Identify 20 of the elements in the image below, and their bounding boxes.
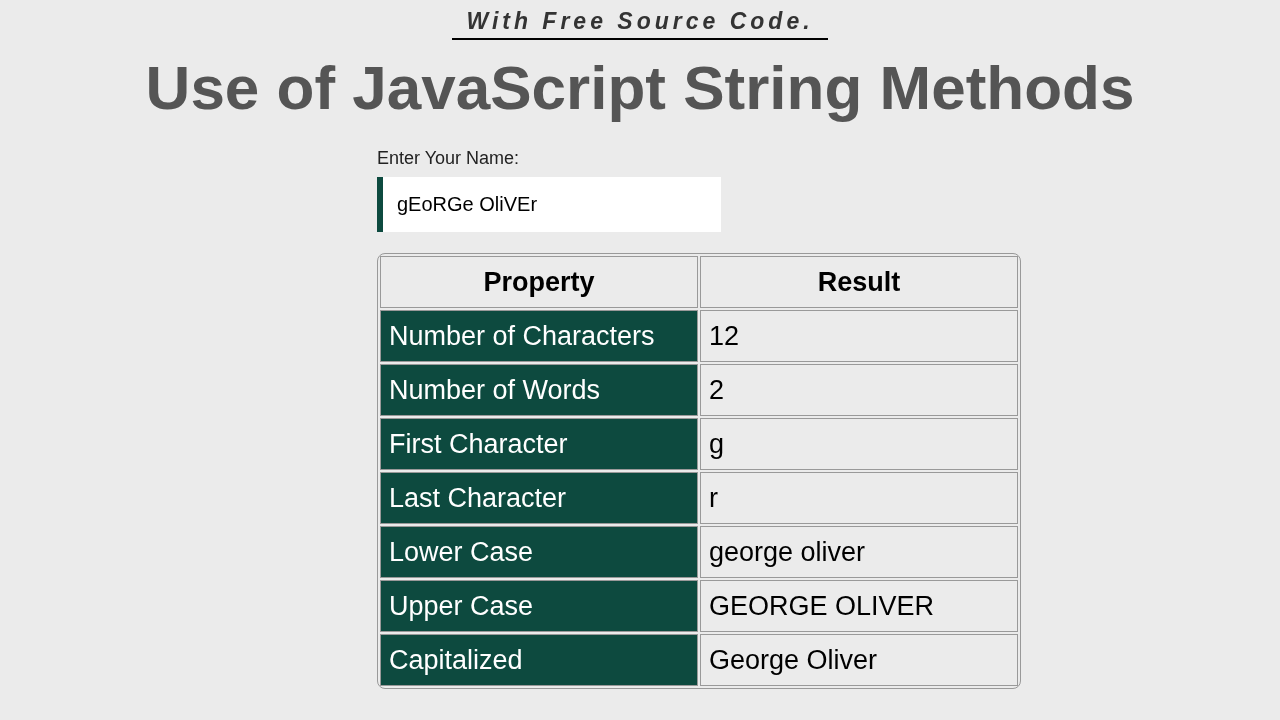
result-cell: 12 xyxy=(700,310,1018,362)
result-cell: 2 xyxy=(700,364,1018,416)
result-cell: george oliver xyxy=(700,526,1018,578)
result-cell: GEORGE OLIVER xyxy=(700,580,1018,632)
result-cell: r xyxy=(700,472,1018,524)
property-cell: Capitalized xyxy=(380,634,698,686)
property-cell: Number of Words xyxy=(380,364,698,416)
result-cell: George Oliver xyxy=(700,634,1018,686)
property-cell: Lower Case xyxy=(380,526,698,578)
property-cell: Upper Case xyxy=(380,580,698,632)
page-title: Use of JavaScript String Methods xyxy=(145,52,1135,124)
column-header: Property xyxy=(380,256,698,308)
property-cell: Last Character xyxy=(380,472,698,524)
tagline: With Free Source Code. xyxy=(452,4,828,40)
result-cell: g xyxy=(700,418,1018,470)
name-input-field[interactable]: gEoRGe OliVEr xyxy=(377,177,721,232)
field-label: Enter Your Name: xyxy=(377,147,521,170)
property-cell: Number of Characters xyxy=(380,310,698,362)
column-header: Result xyxy=(700,256,1018,308)
property-cell: First Character xyxy=(380,418,698,470)
